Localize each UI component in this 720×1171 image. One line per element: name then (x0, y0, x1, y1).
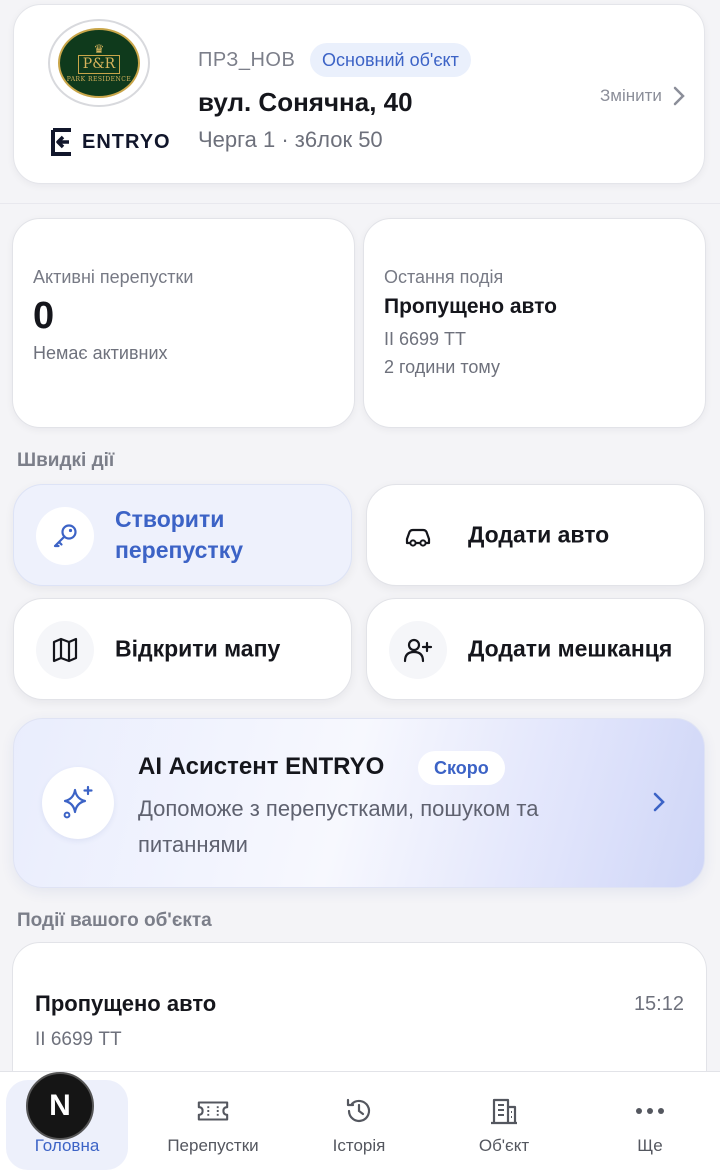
event-time: 15:12 (633, 993, 684, 1015)
chevron-right-icon (653, 792, 665, 812)
last-event-card[interactable]: Остання подія Пропущено авто ІІ 6699 ТТ … (363, 218, 706, 428)
active-passes-sub: Немає активних (33, 343, 168, 363)
object-queue: Черга 1 · з6лок 50 (198, 127, 383, 152)
ai-title: AI Асистент ENTRYO (138, 753, 385, 780)
create-pass-button[interactable]: Створити перепустку (13, 484, 352, 586)
object-code: ПРЗ_НОВ (198, 49, 296, 71)
map-icon (36, 621, 94, 679)
add-resident-label: Додати мешканця (468, 635, 673, 662)
open-map-button[interactable]: Відкрити мапу (13, 598, 352, 700)
sparkles-icon (42, 767, 114, 839)
tab-object[interactable]: Об'єкт (432, 1072, 576, 1171)
main-object-badge: Основний об'єкт (310, 43, 471, 77)
active-passes-card[interactable]: Активні перепустки 0 Немає активних (12, 218, 355, 428)
add-car-button[interactable]: Додати авто (366, 484, 705, 586)
ai-assistant-card[interactable]: AI Асистент ENTRYO Скоро Допоможе з пере… (13, 718, 705, 888)
tab-history[interactable]: Історія (287, 1072, 431, 1171)
active-passes-label: Активні перепустки (33, 267, 194, 287)
tab-history-label: Історія (332, 1136, 386, 1155)
logo-text: PARK RESIDENCE (66, 76, 132, 83)
tab-object-label: Об'єкт (478, 1136, 530, 1155)
create-pass-label: Створити перепустку (115, 506, 243, 563)
last-event-title: Пропущено авто (384, 295, 558, 318)
active-passes-count: 0 (33, 295, 55, 337)
last-event-time: 2 години тому (384, 357, 500, 377)
entryo-logo-icon (51, 128, 71, 156)
history-icon (342, 1094, 376, 1128)
more-icon (633, 1094, 667, 1128)
header-divider (0, 203, 720, 204)
change-label: Змінити (600, 86, 662, 105)
quick-actions-heading: Швидкі дії (17, 450, 115, 471)
user-plus-icon (389, 621, 447, 679)
tab-more-label: Ще (637, 1136, 663, 1155)
residence-logo: ♛ P&R PARK RESIDENCE (48, 19, 150, 107)
tab-more[interactable]: Ще (578, 1072, 720, 1171)
add-car-label: Додати авто (468, 521, 610, 548)
soon-badge: Скоро (418, 751, 505, 785)
brand-name: ENTRYO (82, 130, 171, 153)
logo-monogram: P&R (77, 55, 121, 74)
crown-icon: ♛ (93, 42, 105, 56)
event-plate: ІІ 6699 ТТ (35, 1029, 122, 1050)
last-event-label: Остання подія (384, 267, 504, 287)
key-icon (36, 507, 94, 565)
brand-logo: ENTRYO (50, 127, 171, 157)
object-address: вул. Сонячна, 40 (198, 87, 413, 117)
object-card[interactable]: ♛ P&R PARK RESIDENCE ENTRYO ПРЗ_НОВ Осно… (13, 4, 705, 184)
event-title: Пропущено авто (35, 991, 217, 1016)
chevron-right-icon (673, 86, 685, 106)
ai-description: Допоможе з перепустками, пошуком та пита… (138, 796, 539, 857)
tab-passes-label: Перепустки (167, 1136, 259, 1155)
tab-passes[interactable]: Перепустки (141, 1072, 285, 1171)
dev-tools-badge[interactable]: N (26, 1072, 94, 1140)
ticket-icon (196, 1094, 230, 1128)
bottom-tab-bar: Головна Перепустки Історія Об'єкт Ще (0, 1071, 720, 1171)
object-events-heading: Події вашого об'єкта (17, 910, 212, 931)
car-icon (389, 507, 447, 565)
building-icon (487, 1094, 521, 1128)
add-resident-button[interactable]: Додати мешканця (366, 598, 705, 700)
open-map-label: Відкрити мапу (115, 635, 281, 662)
change-object-button[interactable]: Змінити (600, 85, 686, 107)
last-event-plate: ІІ 6699 ТТ (384, 329, 467, 349)
